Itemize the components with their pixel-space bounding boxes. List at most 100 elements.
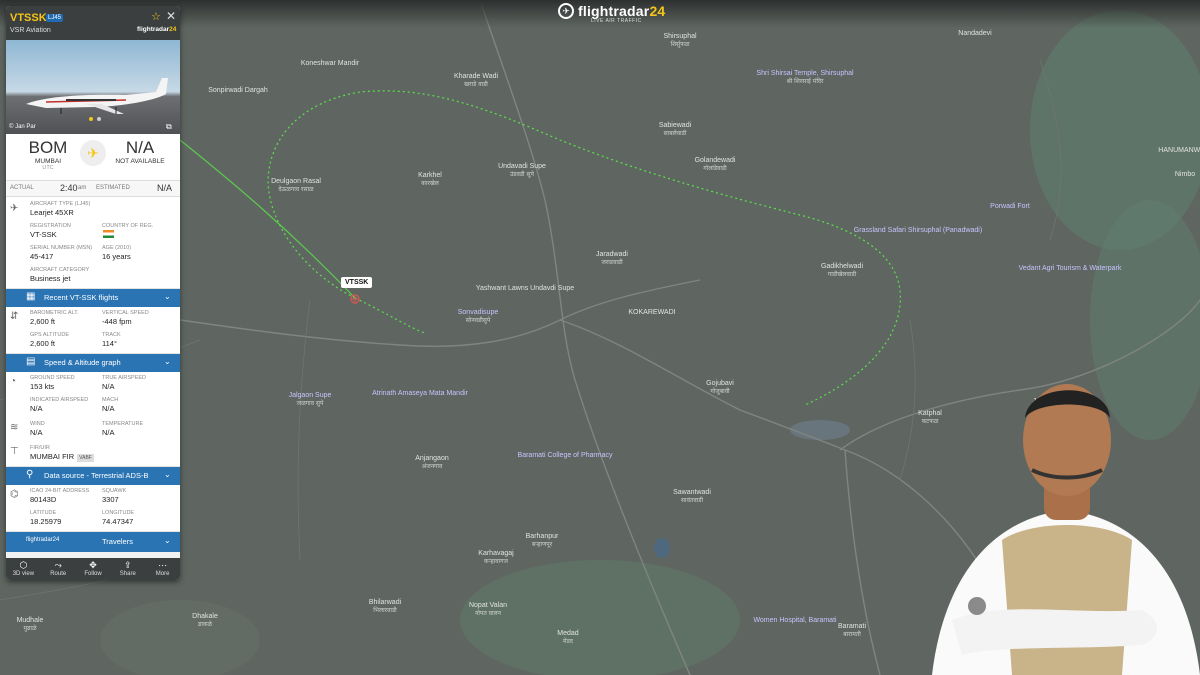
map-label[interactable]: Karhavagaj [478, 550, 514, 557]
map-label-local: खराडे वाडी [464, 80, 488, 88]
map-label[interactable]: Atrinath Amaseya Mata Mandir [372, 390, 468, 397]
map-label-local: बारामती [843, 630, 861, 638]
origin[interactable]: BOM MUMBAI UTC [6, 138, 90, 171]
travelers-brand: flightradar24 [26, 537, 60, 543]
map-label[interactable]: Gadikhelwadi [821, 263, 863, 270]
map-label[interactable]: Jalgaon Supe [289, 392, 332, 399]
map-label-local: बऱ्हाणपूर [532, 541, 553, 548]
aircraft-photo[interactable]: © Jan Par ⧉ [6, 40, 180, 134]
map-label[interactable]: Medad [557, 630, 579, 637]
aircraft-icon: ✈ [10, 203, 19, 214]
actual-label: ACTUAL [10, 185, 34, 191]
map-label[interactable]: Nandadevi [958, 30, 992, 37]
map-label[interactable]: HANUMANWADI [1158, 147, 1200, 154]
fir-code: VABF [77, 454, 94, 462]
map-label[interactable]: Barhanpur [526, 533, 559, 540]
map-label[interactable]: Sonpirwadi Dargah [208, 87, 268, 94]
mach-label: MACH [102, 397, 119, 403]
ground-speed: 153 kts [30, 382, 55, 391]
actual-ampm: am [78, 185, 87, 191]
map-label[interactable]: Undavadi Supe [498, 163, 546, 170]
route-button[interactable]: ⤳ Route [41, 558, 76, 580]
external-link-icon[interactable]: ⧉ [166, 122, 172, 132]
pager-dot[interactable] [97, 117, 101, 121]
estimated-label: ESTIMATED [96, 185, 130, 191]
map-label-local: सोनवडीसुपे [466, 316, 491, 324]
3d-view-label: 3D view [12, 571, 35, 577]
recent-flights-label: Recent VT-SSK flights [44, 293, 119, 302]
3d-view-button[interactable]: ⬡ 3D view [6, 558, 41, 580]
aircraft-icon[interactable] [350, 294, 360, 304]
map-label[interactable]: Deulgaon Rasal [271, 178, 321, 185]
aircraft-map-label[interactable]: VTSSK [341, 277, 373, 288]
share-button[interactable]: ⇪ Share [110, 558, 145, 580]
vertical-speed: -448 fpm [102, 317, 132, 326]
follow-button[interactable]: ✥ Follow [76, 558, 111, 580]
map-label[interactable]: Anjangaon [415, 455, 449, 462]
gps-alt: 2,600 ft [30, 339, 56, 348]
flight-info-panel: VTSSK LJ45 VSR Aviation ☆ ✕ flightradar2… [6, 6, 180, 580]
map-label-local: कऱ्हावागज [484, 558, 509, 565]
map-label[interactable]: Mudhale [17, 617, 44, 624]
map-label[interactable]: KOKAREWADI [628, 309, 675, 316]
map-label[interactable]: Shri Shirsai Temple, Shirsuphal [756, 70, 854, 77]
map-label[interactable]: Baramati [838, 623, 866, 630]
latitude: 18.25979 [30, 517, 62, 526]
origin-iata: BOM [28, 138, 68, 157]
gps-label: GPS ALTITUDE [30, 332, 70, 338]
close-icon[interactable]: ✕ [166, 9, 176, 23]
map-label[interactable]: Jaradwadi [596, 251, 628, 258]
aircraft-category: Business jet [30, 274, 71, 283]
data-source-bar[interactable]: ⚲ Data source - Terrestrial ADS-B ⌄ [6, 467, 180, 485]
map-label[interactable]: Nopat Valan [469, 602, 507, 609]
map-label[interactable]: Gojubavi [706, 380, 734, 387]
india-flag-icon [103, 230, 114, 238]
map-label-local: गोजुबावी [710, 387, 730, 395]
track: 114° [102, 339, 117, 348]
map-label[interactable]: Porwadi Fort [990, 203, 1030, 210]
map-label[interactable]: Grassland Safari Shirsuphal (Panadwadi) [854, 227, 982, 234]
origin-tz: UTC [42, 165, 54, 171]
map-label[interactable]: Dhakale [192, 613, 218, 620]
map-label[interactable]: Sonvadisupe [458, 309, 499, 316]
map-label[interactable]: Shirsuphal [663, 33, 697, 40]
fir: MUMBAI FIR VABF [30, 452, 94, 462]
map-label[interactable]: Koneshwar Mandir [301, 60, 360, 67]
chevron-down-icon: ⌄ [164, 357, 171, 366]
map-label[interactable]: Baramati College of Pharmacy [518, 452, 613, 459]
flightradar-logo[interactable]: ✈ flightradar24 [558, 3, 665, 19]
chevron-down-icon: ⌄ [164, 536, 171, 545]
category-label: AIRCRAFT CATEGORY [30, 267, 90, 273]
map-label[interactable]: Women Hospital, Baramati [753, 617, 837, 624]
travelers-bar[interactable]: flightradar24 Travelers ⌄ [6, 532, 180, 552]
map-label[interactable]: Vedant Agri Tourism & Waterpark [1019, 265, 1122, 272]
squawk: 3307 [102, 495, 119, 504]
map-label[interactable]: Bhilarwadi [369, 599, 402, 606]
recent-flights-bar[interactable]: ▦ Recent VT-SSK flights ⌄ [6, 289, 180, 307]
map-label[interactable]: Sawantwadi [673, 489, 711, 496]
share-label: Share [119, 571, 136, 577]
star-icon[interactable]: ☆ [151, 10, 161, 23]
map-label[interactable]: Golandewadi [695, 157, 736, 164]
map-label[interactable]: Sabiewadi [659, 122, 692, 129]
map-label[interactable]: Yashwant Lawns Undavdi Supe [476, 285, 574, 292]
map-label[interactable]: Nimbo [1175, 171, 1195, 178]
pager-dot[interactable] [89, 117, 93, 121]
panel-brand-text: flightradar [137, 26, 170, 33]
squawk-label: SQUAWK [102, 488, 127, 494]
speedometer-icon: ◔ [10, 376, 17, 387]
msn: 45-417 [30, 252, 54, 261]
map-label-local: गाडीखेलवाडी [828, 270, 857, 278]
map-label[interactable]: Kharade Wadi [454, 73, 499, 80]
logo-tagline: LIVE AIR TRAFFIC [591, 18, 642, 24]
map-label-local: शिर्सुफळ [671, 40, 690, 48]
tas-label: TRUE AIRSPEED [102, 375, 147, 381]
photo-pager[interactable] [89, 117, 101, 121]
type-label: AIRCRAFT TYPE (LJ45) [30, 201, 91, 207]
more-label: More [155, 571, 170, 577]
more-button[interactable]: ⋯ More [145, 558, 180, 580]
speed-graph-bar[interactable]: ▤ Speed & Altitude graph ⌄ [6, 354, 180, 372]
map-label[interactable]: Karkhel [418, 172, 442, 179]
map-label-local: ढाकळे [198, 620, 213, 628]
source-section: ⌬ ICAO 24-BIT ADDRESS 80143D SQUAWK 3307… [6, 485, 180, 532]
